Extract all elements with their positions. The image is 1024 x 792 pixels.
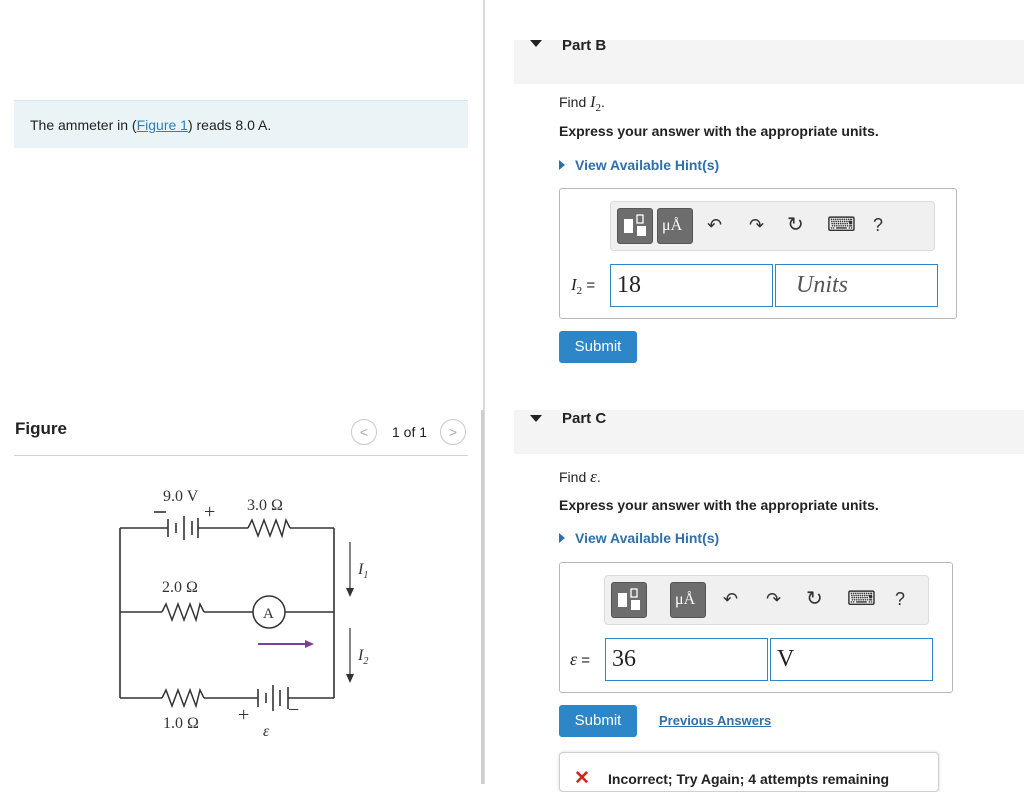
part-c-header[interactable]: Part C — [514, 410, 1024, 454]
figure-header: Figure < 1 of 1 > — [14, 410, 468, 456]
part-c-variable-label: ε = — [570, 649, 591, 669]
part-b-submit-button[interactable]: Submit — [559, 331, 637, 363]
part-b-find: Find I2. — [559, 94, 605, 114]
prompt-suffix: ) reads 8.0 A. — [187, 117, 272, 133]
prompt-prefix: The ammeter in ( — [30, 117, 137, 133]
feedback-message: Incorrect; Try Again; 4 attempts remaini… — [608, 771, 890, 787]
part-c-math-toolbar: μÅ ↶ ↷ ↻ ⌨ ? — [604, 575, 929, 625]
keyboard-icon[interactable]: ⌨ — [827, 214, 856, 236]
part-b-header[interactable]: Part B — [514, 37, 1024, 84]
part-c-answer-box: μÅ ↶ ↷ ↻ ⌨ ? ε = 36 V — [559, 562, 953, 693]
left-pane: The ammeter in (Figure 1) reads 8.0 A. F… — [0, 0, 484, 784]
resistor-top-symbol — [247, 517, 291, 539]
emf-plus: + — [238, 704, 249, 726]
reset-icon[interactable]: ↻ — [787, 214, 804, 236]
template-button[interactable] — [611, 582, 647, 618]
battery-top-label: 9.0 V — [163, 488, 199, 505]
part-b-value-input[interactable]: 18 — [610, 264, 773, 307]
pane-divider-handle[interactable] — [481, 410, 484, 784]
next-figure-button[interactable]: > — [440, 419, 466, 445]
template-icon — [618, 588, 640, 610]
error-x-icon: ✕ — [574, 768, 590, 789]
part-b-instructions: Express your answer with the appropriate… — [559, 123, 879, 139]
previous-answers-link[interactable]: Previous Answers — [659, 713, 771, 728]
current-i1-label: I1 — [357, 561, 368, 581]
part-b-hint-link[interactable]: View Available Hint(s) — [559, 157, 719, 173]
units-button[interactable]: μÅ — [670, 582, 706, 618]
part-c-submit-button[interactable]: Submit — [559, 705, 637, 737]
redo-icon[interactable]: ↷ — [766, 588, 781, 610]
redo-icon[interactable]: ↷ — [749, 214, 764, 236]
part-b-variable-label: I2 = — [571, 275, 596, 297]
units-button[interactable]: μÅ — [657, 208, 693, 244]
expand-triangle-icon — [559, 160, 565, 170]
keyboard-icon[interactable]: ⌨ — [847, 588, 876, 610]
undo-icon[interactable]: ↶ — [707, 214, 722, 236]
figure-title: Figure — [15, 419, 67, 438]
previous-figure-button[interactable]: < — [351, 419, 377, 445]
resistor-mid-label: 2.0 Ω — [162, 579, 198, 596]
resistor-mid-symbol — [161, 601, 205, 623]
emf-minus: − — [288, 699, 299, 721]
part-c-instructions: Express your answer with the appropriate… — [559, 497, 879, 513]
help-icon[interactable]: ? — [873, 214, 883, 236]
part-b-math-toolbar: μÅ ↶ ↷ ↻ ⌨ ? — [610, 201, 935, 251]
part-c-hint-link[interactable]: View Available Hint(s) — [559, 530, 719, 546]
help-icon[interactable]: ? — [895, 588, 905, 610]
part-c-units-input[interactable]: V — [770, 638, 933, 681]
battery-top-symbol — [167, 516, 199, 540]
part-b-answer-box: μÅ ↶ ↷ ↻ ⌨ ? I2 = 18 Units — [559, 188, 957, 319]
figure-link[interactable]: Figure 1 — [137, 117, 188, 133]
part-b-title: Part B — [562, 37, 607, 54]
expand-triangle-icon — [559, 533, 565, 543]
figure-pager: 1 of 1 — [392, 424, 428, 440]
current-i2-arrow — [346, 674, 354, 683]
template-icon — [624, 214, 646, 236]
feedback-banner: ✕ Incorrect; Try Again; 4 attempts remai… — [559, 752, 939, 792]
battery-top-plus: + — [204, 501, 215, 523]
collapse-caret-icon — [530, 415, 542, 422]
emf-label: ε — [263, 723, 270, 740]
current-direction-arrow — [305, 640, 314, 648]
resistor-bot-symbol — [161, 687, 205, 709]
collapse-caret-icon — [530, 40, 542, 47]
part-c-title: Part C — [562, 410, 607, 427]
resistor-bot-label: 1.0 Ω — [163, 715, 199, 732]
current-i2-label: I2 — [357, 647, 368, 667]
resistor-top-label: 3.0 Ω — [247, 497, 283, 514]
reset-icon[interactable]: ↻ — [806, 588, 823, 610]
problem-statement: The ammeter in (Figure 1) reads 8.0 A. — [14, 100, 468, 148]
part-b-units-input[interactable]: Units — [775, 264, 938, 307]
part-c-find: Find ε. — [559, 467, 601, 486]
ammeter-label: A — [263, 606, 274, 622]
part-c-value-input[interactable]: 36 — [605, 638, 768, 681]
current-i1-arrow — [346, 588, 354, 597]
undo-icon[interactable]: ↶ — [723, 588, 738, 610]
battery-emf-symbol — [257, 685, 289, 711]
template-button[interactable] — [617, 208, 653, 244]
circuit-diagram: 9.0 V + 3.0 Ω 2.0 Ω 1.0 Ω A + − ε I1 I2 — [119, 488, 368, 740]
